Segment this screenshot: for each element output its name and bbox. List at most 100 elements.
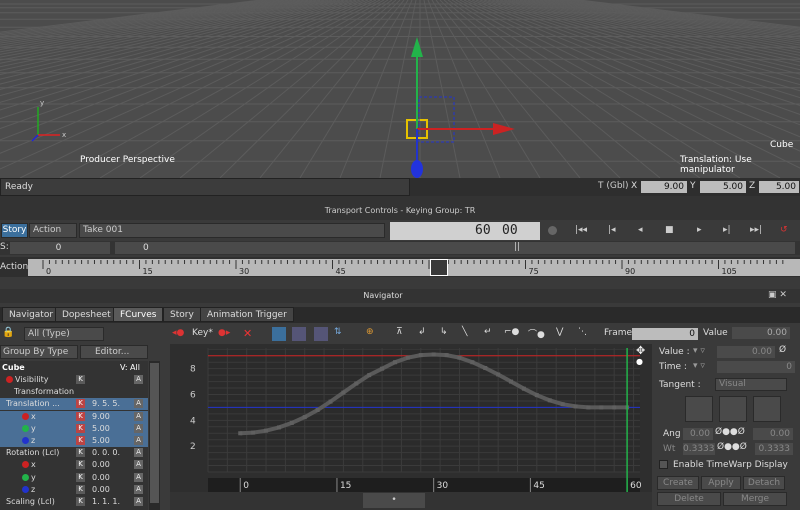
animate-toggle-icon[interactable]: A	[134, 411, 143, 421]
animate-toggle-icon[interactable]: A	[134, 448, 143, 458]
tree-row[interactable]: y K 0.00 A	[0, 472, 148, 484]
curve-point[interactable]	[599, 405, 604, 410]
tree-scroll-thumb[interactable]	[150, 363, 159, 503]
tree-row[interactable]: x K 0.00 A	[0, 459, 148, 471]
curve-point[interactable]	[251, 430, 256, 435]
key-toggle-icon[interactable]: K	[76, 423, 85, 433]
delete-key-icon[interactable]: ✕	[243, 327, 252, 340]
tangent-unified-icon[interactable]	[753, 396, 781, 422]
delete-button[interactable]: Delete	[657, 492, 721, 506]
animate-toggle-icon[interactable]: A	[134, 484, 143, 494]
frame-all-icon[interactable]	[272, 327, 286, 341]
tree-row[interactable]: Rotation (Lcl) K 0. 0. 0. A	[0, 447, 148, 459]
time-dropdown-icon[interactable]: ▾ ▿	[693, 361, 705, 371]
curve-point[interactable]	[315, 408, 320, 412]
z-field[interactable]: 5.00	[759, 181, 799, 193]
curve-point[interactable]	[276, 425, 281, 430]
prev-key-icon[interactable]: |◂	[608, 223, 616, 237]
tangent-smooth-icon[interactable]: ⋱	[578, 327, 587, 337]
tree-row[interactable]: y K 5.00 A	[0, 422, 148, 435]
curve-point[interactable]	[238, 431, 243, 436]
value-field[interactable]: 0.00	[732, 327, 790, 339]
group-by-dropdown[interactable]: Group By Type	[0, 345, 78, 359]
ang-link-icon[interactable]: Ø●●Ø	[715, 427, 745, 437]
tab-dopesheet[interactable]: Dopesheet	[55, 307, 118, 322]
key-toggle-icon[interactable]: K	[76, 399, 85, 409]
tree-row[interactable]: z K 0.00 A	[0, 484, 148, 496]
detach-button[interactable]: Detach	[743, 476, 785, 490]
curve-point[interactable]	[392, 360, 397, 365]
tab-animation-trigger[interactable]: Animation Trigger	[200, 307, 294, 322]
curve-point[interactable]	[431, 352, 436, 357]
create-button[interactable]: Create	[657, 476, 699, 490]
curve-point[interactable]	[264, 428, 269, 433]
curve-point[interactable]	[341, 390, 346, 395]
tree-row[interactable]: Scaling (Lcl) K 1. 1. 1. A	[0, 496, 148, 508]
hscroll-thumb[interactable]: •	[363, 493, 425, 508]
key-toggle-icon[interactable]: K	[76, 460, 85, 470]
x-field[interactable]: 9.00	[641, 181, 687, 193]
key-toggle-icon[interactable]: K	[76, 484, 85, 494]
frame-display[interactable]: 60 00	[390, 222, 540, 240]
tab-story[interactable]: Story	[163, 307, 201, 322]
curve-point[interactable]	[418, 353, 423, 358]
wt-right-field[interactable]: 0.3333	[755, 443, 793, 455]
tree-scrollbar[interactable]	[149, 361, 160, 510]
tangent-linear-icon[interactable]: ╲	[462, 327, 467, 337]
tangent-step-icon[interactable]: ↲	[418, 327, 426, 337]
filter-dropdown[interactable]: All (Type)	[24, 327, 104, 341]
float-close-icon[interactable]: ▣ ✕	[768, 290, 787, 300]
normalize-icon[interactable]: ⇅	[334, 327, 342, 337]
curve-point[interactable]	[470, 360, 475, 365]
tree-row[interactable]: z K 5.00 A	[0, 435, 148, 447]
record-icon[interactable]	[548, 226, 557, 235]
merge-button[interactable]: Merge	[723, 492, 787, 506]
tangent-flat-icon[interactable]: ⊼	[396, 327, 403, 337]
tangent-user-icon[interactable]: ⌒●	[528, 327, 545, 340]
curve-point[interactable]	[573, 404, 578, 409]
lock-icon[interactable]: 🔒	[2, 327, 22, 340]
y-field[interactable]: 5.00	[700, 181, 746, 193]
tangent-broken-icon[interactable]	[685, 396, 713, 422]
curve-point[interactable]	[547, 398, 552, 403]
curve-point[interactable]	[405, 355, 410, 360]
tangent-clamp-icon[interactable]	[719, 396, 747, 422]
tree-row[interactable]: Visibility K A	[0, 374, 148, 386]
animate-toggle-icon[interactable]: A	[134, 399, 143, 409]
action-dropdown[interactable]: Action	[29, 223, 77, 238]
graph-nav-icon[interactable]: ✥ ●	[636, 344, 652, 374]
key-value-field[interactable]: 0.00	[717, 346, 775, 358]
curve-point[interactable]	[354, 381, 359, 386]
curve-point[interactable]	[367, 373, 372, 378]
curve-point[interactable]	[560, 402, 565, 407]
pan-icon[interactable]: ✥	[636, 344, 645, 357]
tangent-auto-icon[interactable]: ↵	[484, 327, 492, 337]
key-time-field[interactable]: 0	[717, 361, 795, 373]
snap-icon[interactable]: ⊕	[366, 327, 374, 337]
curve-point[interactable]	[302, 415, 307, 420]
time-ruler[interactable]: 0153045607590105	[28, 259, 800, 276]
viewport-3d[interactable]: y x Producer Perspective Cube Translatio…	[0, 0, 800, 178]
curve-point[interactable]	[289, 420, 294, 425]
tree-row[interactable]: Transformation	[0, 386, 148, 398]
curve-point[interactable]	[457, 355, 462, 360]
tangent-tcb-icon[interactable]: ⌐●	[504, 327, 519, 337]
animate-toggle-icon[interactable]: A	[134, 497, 143, 506]
key-toggle-icon[interactable]: K	[76, 411, 85, 421]
goto-end-icon[interactable]: ▸▸|	[750, 223, 762, 237]
play-icon[interactable]: ▸	[697, 223, 702, 237]
key-toggle-icon[interactable]: K	[76, 375, 85, 384]
editor-button[interactable]: Editor...	[80, 345, 148, 359]
tree-row[interactable]: x K 9.00 A	[0, 410, 148, 423]
apply-button[interactable]: Apply	[701, 476, 741, 490]
tree-row[interactable]: Translation ... K 9. 5. 5. A	[0, 398, 148, 411]
frame-field[interactable]: 0	[632, 328, 698, 340]
loop-icon[interactable]: ↺	[780, 223, 788, 237]
next-key-icon[interactable]: ▸|	[723, 223, 731, 237]
timewarp-checkbox[interactable]	[659, 460, 668, 469]
animate-toggle-icon[interactable]: A	[134, 472, 143, 482]
curve-point[interactable]	[328, 399, 333, 404]
key-toggle-icon[interactable]: K	[76, 497, 85, 506]
property-tree[interactable]: Cube V: All Visibility K A Transformation Tr…	[0, 361, 148, 510]
s-slider[interactable]: 0	[115, 242, 795, 254]
